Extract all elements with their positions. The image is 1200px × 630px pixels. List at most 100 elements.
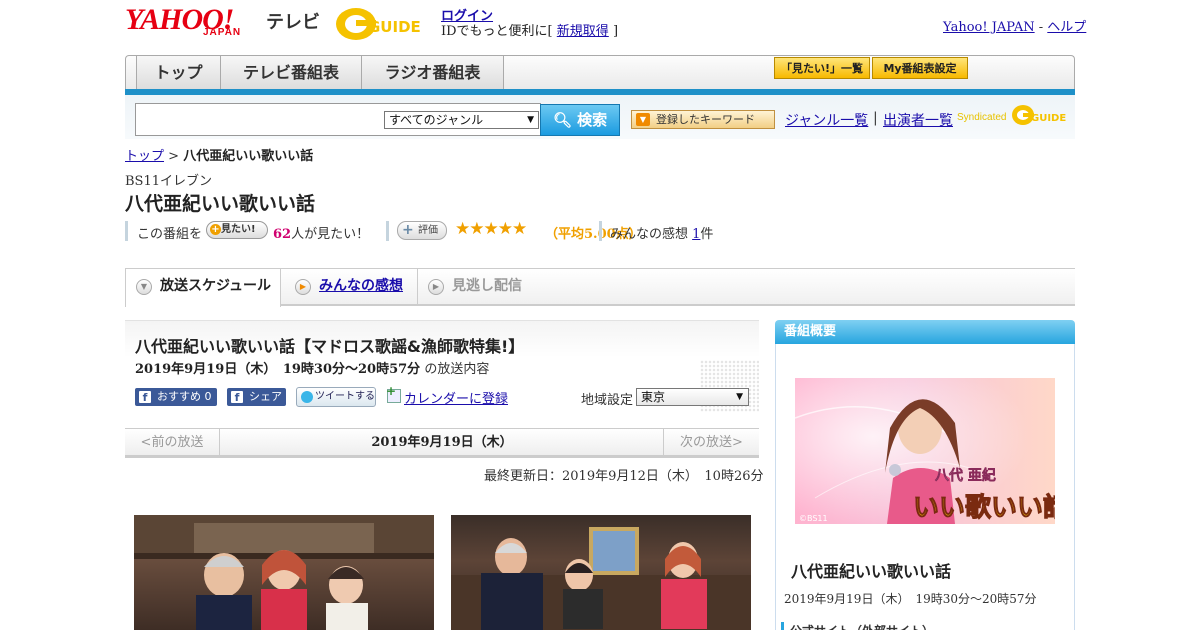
mitai-add-button[interactable]: + 見たい! (206, 221, 268, 239)
my-schedule-settings-button[interactable]: My番組表設定 (872, 57, 968, 79)
id-promo-prefix: IDでもっと便利に[ (441, 24, 553, 39)
region-label: 地域設定 (581, 393, 634, 408)
twitter-bird-icon (301, 391, 313, 403)
genre-select[interactable]: すべてのジャンル ▼ (384, 111, 539, 129)
next-broadcast-link[interactable]: 次の放送> (663, 429, 759, 456)
episode-datetime-value: 2019年9月19日（木） 19時30分～20時57分 (135, 362, 421, 377)
sidebar-program-date: 2019年9月19日（木） 19時30分～20時57分 (784, 592, 1037, 606)
sidebar-heading: 番組概要 (775, 320, 1075, 344)
episode-photo-1-image (134, 515, 434, 630)
header-right-links: Yahoo! JAPAN - ヘルプ (943, 16, 1086, 35)
yahoo-japan-link[interactable]: Yahoo! JAPAN (943, 20, 1035, 35)
gguide-logo[interactable]: GUIDE (334, 6, 432, 42)
page-title: 八代亜紀いい歌いい話 (125, 193, 316, 215)
breadcrumb-top-link[interactable]: トップ (125, 149, 164, 164)
link-divider: | (873, 110, 878, 126)
key-visual-name: 八代 亜紀 (934, 467, 996, 484)
rate-button-label: 評価 (418, 225, 438, 236)
tab-catchup-label: 見逃し配信 (452, 278, 522, 294)
episode-title: 八代亜紀いい歌いい話【マドロス歌謡&漁師歌特集!】 (135, 337, 525, 356)
tweet-button-label: ツイートする (315, 391, 375, 402)
region-select[interactable]: 東京 ▼ (636, 388, 749, 406)
yahoo-japan-logo-text: JAPAN (203, 27, 242, 38)
divider-bar (386, 221, 389, 241)
tab-reviews-label: みんなの感想 (319, 278, 403, 294)
episode-photo-2-image (451, 527, 751, 630)
episode-photo-1[interactable] (134, 515, 434, 630)
search-button-label: 検索 (577, 111, 608, 129)
id-promo-text: IDでもっと便利に[ 新規取得 ] (441, 20, 618, 39)
tab-reviews[interactable]: ▶ みんなの感想 (285, 269, 415, 305)
tab-broadcast-schedule-label: 放送スケジュール (160, 278, 272, 294)
search-icon: 🔍︎ (552, 111, 572, 129)
reviews-suffix: 件 (700, 227, 714, 242)
nav-tab-radio-schedule[interactable]: ラジオ番組表 (362, 56, 504, 90)
current-broadcast-date: 2019年9月19日（木） (371, 435, 513, 450)
gguide-logo-text: GUIDE (368, 18, 421, 36)
key-visual-credit: ©BS11 (799, 514, 828, 523)
last-updated: 最終更新日：2019年9月12日（木） 10時26分 (484, 469, 764, 484)
reviews-count-text: みんなの感想 1件 (610, 223, 713, 242)
breadcrumb-separator: > (164, 149, 184, 164)
dropdown-arrow-icon: ▼ (527, 115, 534, 125)
program-stats-row: この番組を + 見たい! 62人が見たい！ + 評価 ★★★★★ （平均5.00… (125, 219, 1075, 242)
mitai-list-button[interactable]: 「見たい!」一覧 (774, 57, 870, 79)
rating-stars: ★★★★★ (455, 219, 527, 239)
genre-list-link[interactable]: ジャンル一覧 (785, 110, 868, 130)
divider-bar (125, 221, 128, 241)
mitai-add-label: 見たい! (221, 224, 256, 235)
breadcrumb-current: 八代亜紀いい歌いい話 (183, 149, 314, 164)
triangle-down-icon: ▼ (636, 113, 650, 126)
want-prefix-text: この番組を (137, 227, 203, 242)
registered-keyword-button[interactable]: ▼ 登録したキーワード (631, 110, 775, 129)
chevron-right-icon: ▶ (428, 279, 444, 295)
genre-select-value: すべてのジャンル (389, 113, 484, 127)
region-select-value: 東京 (641, 390, 666, 404)
tweet-button[interactable]: ツイートする (296, 387, 376, 407)
key-visual-title: いい歌いい話 (913, 492, 1055, 523)
episode-datetime: 2019年9月19日（木） 19時30分～20時57分 の放送内容 (135, 358, 489, 377)
official-site-link[interactable]: 公式サイト（外部サイト） (781, 622, 934, 630)
id-promo-suffix: ] (612, 24, 619, 39)
rate-button[interactable]: + 評価 (397, 221, 447, 240)
syndicated-text: Syndicated (957, 112, 1007, 123)
signup-link[interactable]: 新規取得 (557, 24, 609, 39)
program-key-visual[interactable]: 八代 亜紀 いい歌いい話 ©BS11 (795, 378, 1055, 524)
facebook-icon: f (139, 391, 151, 404)
nav-tab-tv-schedule[interactable]: テレビ番組表 (221, 56, 362, 90)
gguide-small-logo-text: GUIDE (1031, 113, 1066, 124)
help-link[interactable]: ヘルプ (1047, 20, 1086, 35)
chevron-right-icon: ▶ (295, 279, 311, 295)
sidebar-program-title: 八代亜紀いい歌いい話 (791, 562, 952, 581)
broadcast-date-nav: <前の放送 2019年9月19日（木） 次の放送> (125, 428, 759, 458)
plus-icon: + (210, 224, 221, 235)
previous-broadcast-link[interactable]: <前の放送 (125, 429, 220, 456)
syndicated-gguide-badge: Syndicated GUIDE (957, 103, 1069, 129)
want-count: 62 (273, 227, 292, 242)
breadcrumb: トップ > 八代亜紀いい歌いい話 (125, 145, 313, 164)
channel-name: BS11イレブン (125, 174, 213, 189)
cast-list-link[interactable]: 出演者一覧 (883, 110, 953, 130)
episode-photo-2[interactable] (451, 515, 751, 630)
facebook-recommend-button[interactable]: f おすすめ 0 (135, 388, 217, 406)
facebook-share-button[interactable]: f シェア (227, 388, 286, 406)
facebook-recommend-label: おすすめ 0 (157, 390, 212, 403)
gguide-small-logo: GUIDE (1012, 105, 1066, 125)
program-key-visual-image: 八代 亜紀 いい歌いい話 ©BS11 (795, 378, 1055, 524)
add-to-calendar-link[interactable]: カレンダーに登録 (387, 388, 508, 407)
header-separator: - (1034, 20, 1048, 35)
divider-bar (599, 221, 602, 241)
facebook-icon: f (231, 391, 243, 404)
want-count-text: 62人が見たい！ (273, 223, 369, 242)
tab-catchup[interactable]: ▶ 見逃し配信 (417, 269, 557, 305)
plus-icon: + (402, 222, 414, 238)
dropdown-arrow-icon: ▼ (736, 392, 743, 402)
search-button[interactable]: 🔍︎ 検索 (540, 104, 620, 136)
tab-broadcast-schedule[interactable]: ▼ 放送スケジュール (125, 269, 281, 307)
nav-tab-top[interactable]: トップ (136, 56, 221, 90)
reviews-prefix: みんなの感想 (610, 227, 693, 242)
program-tabs: ▼ 放送スケジュール ▶ みんなの感想 ▶ 見逃し配信 (125, 268, 1075, 307)
want-suffix: 人が見たい！ (291, 227, 370, 242)
registered-keyword-label: 登録したキーワード (656, 113, 755, 126)
tv-logo-text: テレビ (266, 12, 320, 33)
